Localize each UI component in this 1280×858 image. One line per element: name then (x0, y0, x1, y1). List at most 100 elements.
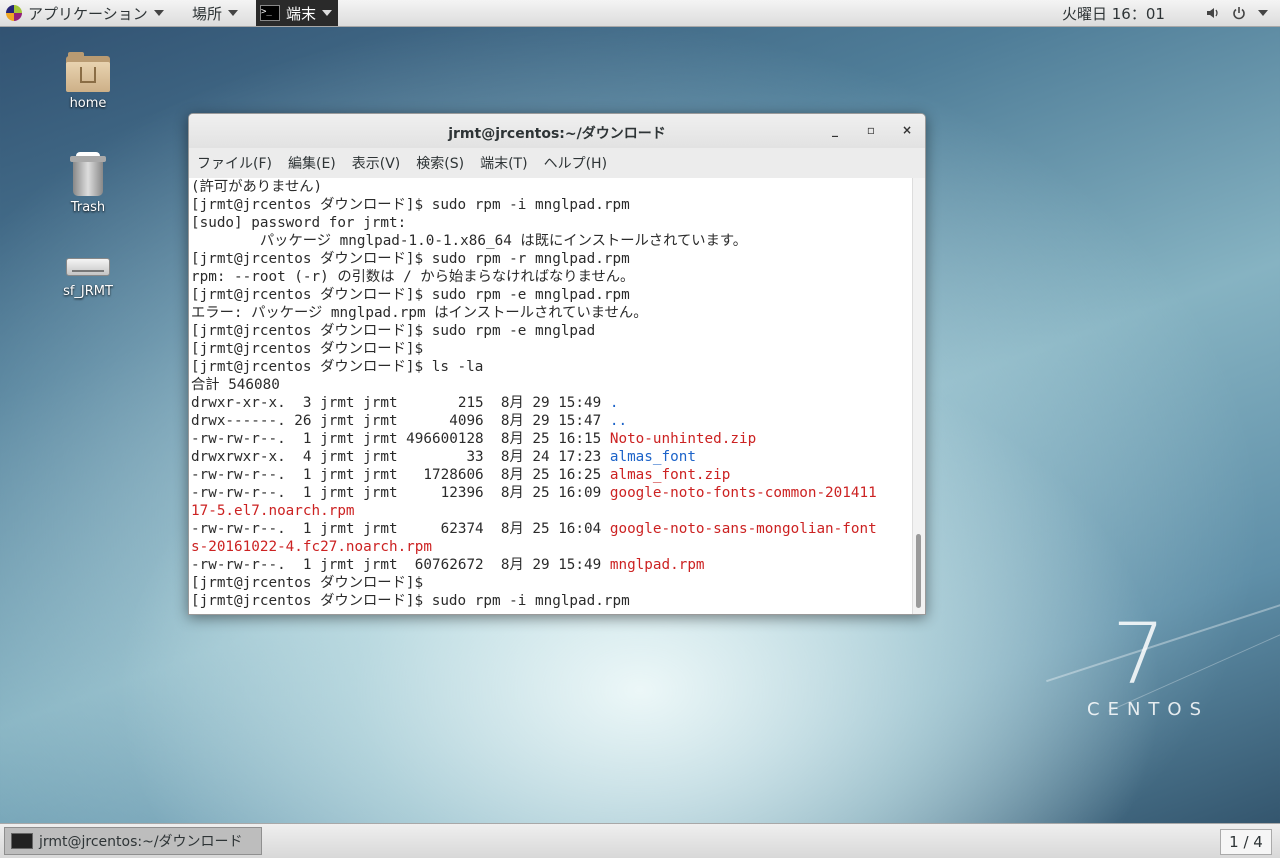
terminal-text: [jrmt@jrcentos ダウンロード]$ sudo rpm -i mngl… (191, 197, 630, 213)
file-name: mnglpad.rpm (609, 557, 705, 573)
terminal-text: [sudo] password for jrmt: (191, 215, 407, 231)
window-titlebar[interactable]: jrmt@jrcentos:~/ダウンロード _ ▫ × (189, 114, 925, 148)
terminal-icon (11, 833, 33, 849)
terminal-app-label: 端末 (286, 4, 317, 23)
drive-icon (66, 252, 110, 280)
chevron-down-icon (153, 10, 164, 16)
trash-icon (70, 152, 106, 196)
file-name: .. (609, 413, 628, 429)
taskbar-item-label: jrmt@jrcentos:~/ダウンロード (39, 834, 243, 850)
desktop-icon-label: sf_JRMT (63, 284, 113, 299)
system-menu[interactable] (1200, 0, 1268, 26)
terminal-text: エラー: パッケージ mnglpad.rpm はインストールされていません。 (191, 305, 648, 321)
terminal-text: (許可がありません) (191, 179, 323, 195)
applications-label: アプリケーション (28, 4, 148, 23)
terminal-app-menu[interactable]: >_ 端末 (256, 0, 339, 26)
terminal-line: パッケージ mnglpad-1.0-1.x86_64 は既にインストールされてい… (189, 232, 913, 250)
file-name: Noto-unhinted.zip (609, 431, 757, 447)
terminal-line: rpm: --root (-r) の引数は / から始まらなければなりません。 (189, 268, 913, 286)
terminal-text: [jrmt@jrcentos ダウンロード]$ sudo rpm -e mngl… (191, 287, 630, 303)
file-name: . (609, 395, 619, 411)
menu-view[interactable]: 表示(V) (352, 153, 401, 173)
minimize-button[interactable]: _ (827, 123, 843, 139)
scrollbar-thumb[interactable] (916, 534, 921, 608)
terminal-line: [jrmt@jrcentos ダウンロード]$ (189, 574, 913, 592)
terminal-text: [jrmt@jrcentos ダウンロード]$ (191, 341, 424, 357)
terminal-text: drwx------. 26 jrmt jrmt 4096 8月 29 15:4… (191, 413, 610, 429)
terminal-text: drwxrwxr-x. 4 jrmt jrmt 33 8月 24 17:23 (191, 449, 610, 465)
taskbar-item-terminal[interactable]: jrmt@jrcentos:~/ダウンロード (4, 827, 262, 855)
centos-logo-seven: 7 (1112, 605, 1166, 703)
terminal-window[interactable]: jrmt@jrcentos:~/ダウンロード _ ▫ × ファイル(F) 編集(… (188, 113, 926, 615)
menu-terminal[interactable]: 端末(T) (480, 153, 527, 173)
places-label: 場所 (192, 4, 223, 23)
terminal-line: drwxr-xr-x. 3 jrmt jrmt 215 8月 29 15:49 … (189, 394, 913, 412)
window-title: jrmt@jrcentos:~/ダウンロード (448, 126, 666, 142)
terminal-line: [jrmt@jrcentos ダウンロード]$ sudo rpm -i mngl… (189, 196, 913, 214)
terminal-line: -rw-rw-r--. 1 jrmt jrmt 496600128 8月 25 … (189, 430, 913, 448)
terminal-line: [sudo] password for jrmt: (189, 214, 913, 232)
terminal-text: [jrmt@jrcentos ダウンロード]$ (191, 575, 424, 591)
chevron-down-icon (1258, 10, 1268, 16)
terminal-line: [jrmt@jrcentos ダウンロード]$ sudo rpm -r mngl… (189, 250, 913, 268)
terminal-line: [jrmt@jrcentos ダウンロード]$ sudo rpm -i mngl… (189, 592, 913, 610)
desktop-icon-sf-jrmt[interactable]: sf_JRMT (43, 252, 133, 299)
terminal-text: -rw-rw-r--. 1 jrmt jrmt 1728606 8月 25 16… (191, 467, 610, 483)
chevron-down-icon (228, 10, 239, 16)
terminal-icon: >_ (260, 5, 280, 21)
scrollbar[interactable] (912, 178, 925, 614)
terminal-output[interactable]: (許可がありません) [jrmt@jrcentos ダウンロード]$ sudo r… (189, 178, 913, 614)
applications-menu[interactable]: アプリケーション (6, 0, 164, 26)
workspace-switcher[interactable]: 1 / 4 (1220, 829, 1272, 855)
terminal-line: -rw-rw-r--. 1 jrmt jrmt 62374 8月 25 16:0… (189, 520, 913, 538)
menu-help[interactable]: ヘルプ(H) (544, 153, 607, 173)
desktop-icon-home[interactable]: home (43, 52, 133, 111)
places-menu[interactable]: 場所 (192, 0, 239, 26)
file-name: almas_font.zip (609, 467, 731, 483)
bottom-panel: jrmt@jrcentos:~/ダウンロード 1 / 4 (0, 823, 1280, 858)
maximize-button[interactable]: ▫ (863, 123, 879, 139)
terminal-text: [jrmt@jrcentos ダウンロード]$ sudo rpm -i mngl… (191, 593, 630, 609)
terminal-text: パッケージ mnglpad-1.0-1.x86_64 は既にインストールされてい… (191, 233, 748, 249)
file-name: google-noto-sans-mongolian-font (609, 521, 877, 537)
terminal-text: [jrmt@jrcentos ダウンロード]$ sudo rpm -e mngl… (191, 323, 596, 339)
desktop-icon-trash[interactable]: Trash (43, 152, 133, 215)
home-folder-icon (66, 52, 110, 92)
file-name: google-noto-fonts-common-201411 (609, 485, 877, 501)
terminal-line: -rw-rw-r--. 1 jrmt jrmt 1728606 8月 25 16… (189, 466, 913, 484)
terminal-text: [jrmt@jrcentos ダウンロード]$ sudo rpm -r mngl… (191, 251, 630, 267)
terminal-text: -rw-rw-r--. 1 jrmt jrmt 12396 8月 25 16:0… (191, 485, 610, 501)
file-name: almas_font (609, 449, 696, 465)
menubar: ファイル(F) 編集(E) 表示(V) 検索(S) 端末(T) ヘルプ(H) (189, 148, 925, 179)
terminal-text: drwxr-xr-x. 3 jrmt jrmt 215 8月 29 15:49 (191, 395, 610, 411)
terminal-text: -rw-rw-r--. 1 jrmt jrmt 496600128 8月 25 … (191, 431, 610, 447)
terminal-line: s-20161022-4.fc27.noarch.rpm (189, 538, 913, 556)
desktop-icon-label: home (69, 96, 107, 111)
terminal-text: -rw-rw-r--. 1 jrmt jrmt 62374 8月 25 16:0… (191, 521, 610, 537)
volume-icon (1207, 8, 1218, 18)
desktop-icon-label: Trash (70, 200, 106, 215)
terminal-line: [jrmt@jrcentos ダウンロード]$ sudo rpm -e mngl… (189, 286, 913, 304)
menu-edit[interactable]: 編集(E) (288, 153, 336, 173)
applications-icon (6, 5, 22, 21)
terminal-line: (許可がありません) (189, 178, 913, 196)
file-name: s-20161022-4.fc27.noarch.rpm (191, 539, 433, 555)
terminal-line: [jrmt@jrcentos ダウンロード]$ sudo rpm -e mngl… (189, 322, 913, 340)
clock[interactable]: 火曜日 16：01 (1062, 0, 1165, 26)
file-name: 17-5.el7.noarch.rpm (191, 503, 355, 519)
clock-label: 火曜日 16：01 (1062, 4, 1165, 23)
menu-file[interactable]: ファイル(F) (197, 153, 272, 173)
terminal-line: drwxrwxr-x. 4 jrmt jrmt 33 8月 24 17:23 a… (189, 448, 913, 466)
terminal-text: rpm: --root (-r) の引数は / から始まらなければなりません。 (191, 269, 635, 285)
terminal-text: 合計 546080 (191, 377, 280, 393)
menu-search[interactable]: 検索(S) (416, 153, 464, 173)
top-panel: アプリケーション 場所 >_ 端末 火曜日 16：01 (0, 0, 1280, 27)
terminal-line: 17-5.el7.noarch.rpm (189, 502, 913, 520)
terminal-line: 合計 546080 (189, 376, 913, 394)
terminal-line: エラー: パッケージ mnglpad.rpm はインストールされていません。 (189, 304, 913, 322)
close-button[interactable]: × (899, 123, 915, 139)
terminal-line: -rw-rw-r--. 1 jrmt jrmt 60762672 8月 29 1… (189, 556, 913, 574)
terminal-line: [jrmt@jrcentos ダウンロード]$ (189, 340, 913, 358)
terminal-line: -rw-rw-r--. 1 jrmt jrmt 12396 8月 25 16:0… (189, 484, 913, 502)
centos-logo-word: CENTOS (1087, 699, 1209, 720)
